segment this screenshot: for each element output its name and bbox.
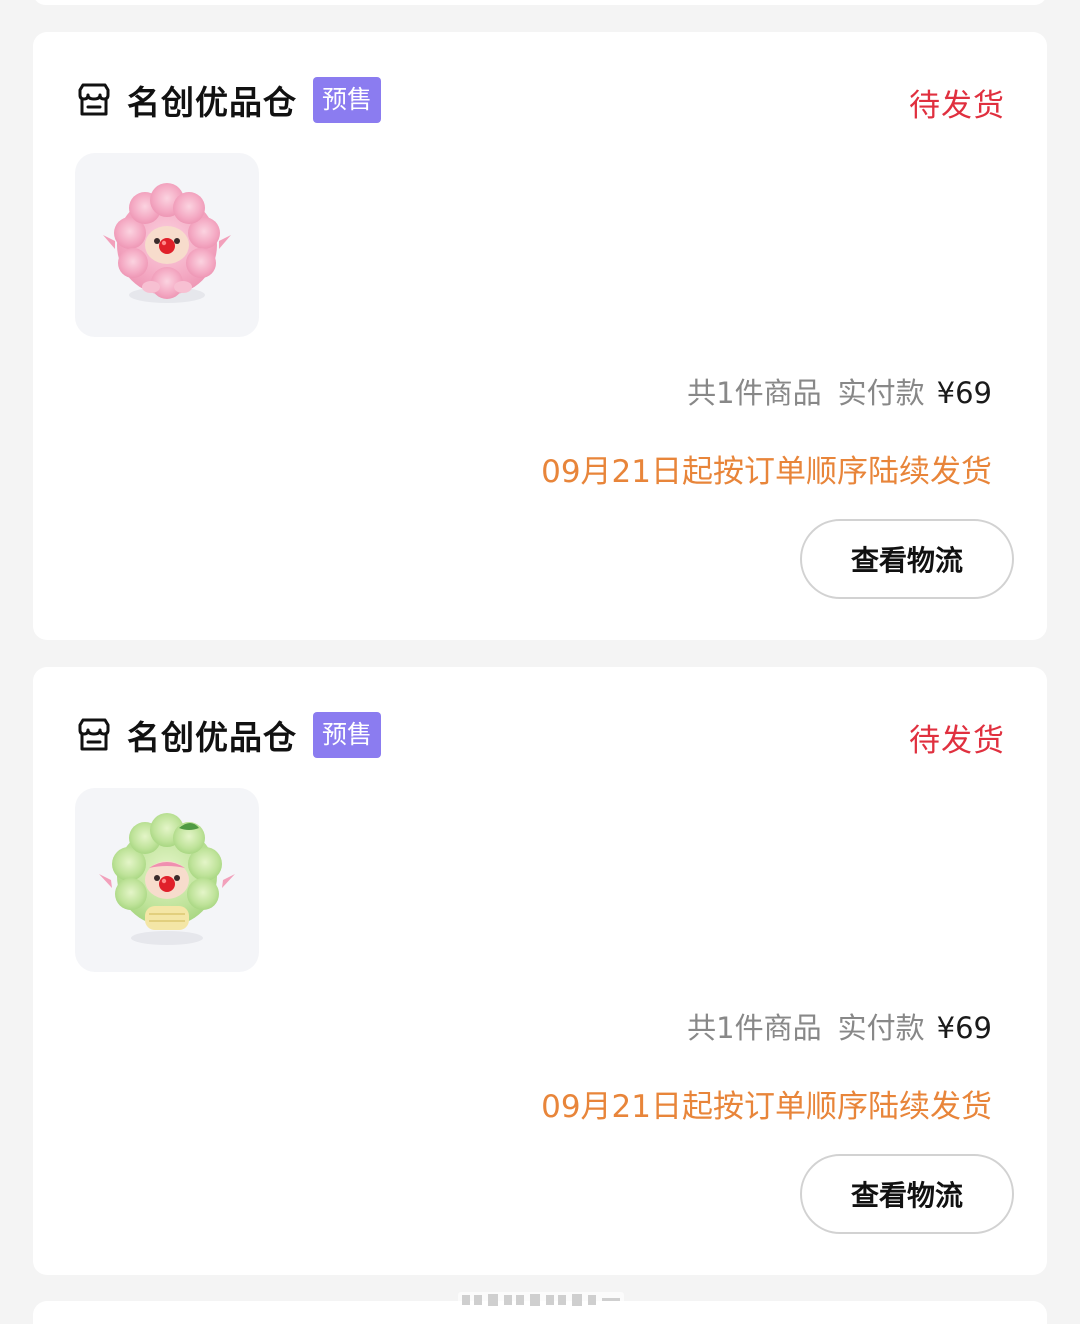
order-summary: 共1件商品 实付款 ¥69 xyxy=(687,1005,992,1047)
item-count: 共1件商品 xyxy=(687,376,822,410)
order-status: 待发货 xyxy=(909,88,1005,124)
previous-order-card xyxy=(33,0,1047,5)
shop-name: 名创优品仓 xyxy=(127,83,297,122)
order-status: 待发货 xyxy=(909,723,1005,759)
paid-label: 实付款 xyxy=(837,376,925,410)
order-card[interactable]: 名创优品仓 预售 待发货 共1件商品 实付款 ¥69 09月21日起按订单顺序陆… xyxy=(33,32,1047,640)
paid-amount: ¥69 xyxy=(936,1011,992,1045)
order-card[interactable]: 名创优品仓 预售 待发货 共1件商品 实付款 ¥69 09月21日起按订单顺序陆… xyxy=(33,667,1047,1275)
view-logistics-button[interactable]: 查看物流 xyxy=(800,519,1014,599)
shop-header[interactable]: 名创优品仓 预售 xyxy=(75,710,382,760)
shop-header[interactable]: 名创优品仓 预售 xyxy=(75,75,382,125)
view-logistics-button[interactable]: 查看物流 xyxy=(800,1154,1014,1234)
shipping-note: 09月21日起按订单顺序陆续发货 xyxy=(541,1089,992,1125)
paid-amount: ¥69 xyxy=(936,376,992,410)
presale-tag: 预售 xyxy=(313,77,382,123)
order-summary: 共1件商品 实付款 ¥69 xyxy=(687,370,992,412)
store-icon xyxy=(75,716,113,754)
shipping-note: 09月21日起按订单顺序陆续发货 xyxy=(541,454,992,490)
paid-label: 实付款 xyxy=(837,1011,925,1045)
store-icon xyxy=(75,81,113,119)
order-list-page: 名创优品仓 预售 待发货 共1件商品 实付款 ¥69 09月21日起按订单顺序陆… xyxy=(0,0,1080,1324)
product-thumbnail[interactable] xyxy=(75,153,259,337)
item-count: 共1件商品 xyxy=(687,1011,822,1045)
product-thumbnail[interactable] xyxy=(75,788,259,972)
shop-name: 名创优品仓 xyxy=(127,718,297,757)
presale-tag: 预售 xyxy=(313,712,382,758)
watermark xyxy=(458,1290,624,1310)
